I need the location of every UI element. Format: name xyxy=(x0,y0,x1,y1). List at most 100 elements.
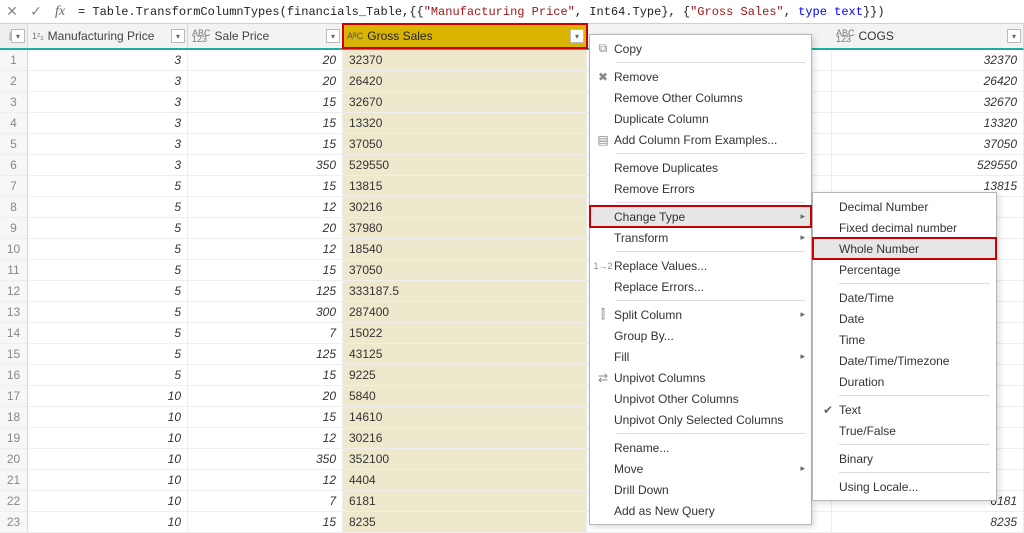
ctx-replace-values[interactable]: 1→2Replace Values... xyxy=(590,255,811,276)
cell-gross-sales[interactable]: 14610 xyxy=(343,407,587,427)
row-number[interactable]: 4 xyxy=(0,113,28,133)
ctx-copy[interactable]: ⧉Copy xyxy=(590,38,811,59)
cell-manufacturing-price[interactable]: 10 xyxy=(28,449,188,469)
cell-gross-sales[interactable]: 4404 xyxy=(343,470,587,490)
cell-manufacturing-price[interactable]: 5 xyxy=(28,218,188,238)
cell-manufacturing-price[interactable]: 10 xyxy=(28,512,188,532)
cell-sale-price[interactable]: 125 xyxy=(188,344,343,364)
cell-gross-sales[interactable]: 43125 xyxy=(343,344,587,364)
type-percentage[interactable]: Percentage xyxy=(813,259,996,280)
row-number[interactable]: 23 xyxy=(0,512,28,532)
row-number[interactable]: 5 xyxy=(0,134,28,154)
cell-sale-price[interactable]: 12 xyxy=(188,197,343,217)
cell-sale-price[interactable]: 300 xyxy=(188,302,343,322)
cell-cogs[interactable]: 529550 xyxy=(832,155,1024,175)
cell-sale-price[interactable]: 15 xyxy=(188,407,343,427)
cell-manufacturing-price[interactable]: 5 xyxy=(28,239,188,259)
table-menu-dropdown[interactable]: ▾ xyxy=(11,29,25,43)
cell-gross-sales[interactable]: 333187.5 xyxy=(343,281,587,301)
table-row[interactable]: 43151332013320 xyxy=(0,113,1024,134)
cell-manufacturing-price[interactable]: 3 xyxy=(28,92,188,112)
cell-cogs[interactable]: 13320 xyxy=(832,113,1024,133)
cell-gross-sales[interactable]: 18540 xyxy=(343,239,587,259)
type-binary[interactable]: Binary xyxy=(813,448,996,469)
row-number[interactable]: 9 xyxy=(0,218,28,238)
cell-cogs[interactable]: 32370 xyxy=(832,50,1024,70)
ctx-remove-other[interactable]: Remove Other Columns xyxy=(590,87,811,108)
type-fixed-decimal[interactable]: Fixed decimal number xyxy=(813,217,996,238)
ctx-rename[interactable]: Rename... xyxy=(590,437,811,458)
row-number[interactable]: 17 xyxy=(0,386,28,406)
type-duration[interactable]: Duration xyxy=(813,371,996,392)
cell-gross-sales[interactable]: 32370 xyxy=(343,50,587,70)
cell-sale-price[interactable]: 20 xyxy=(188,71,343,91)
row-number[interactable]: 1 xyxy=(0,50,28,70)
column-filter-dropdown[interactable]: ▾ xyxy=(171,29,185,43)
row-number[interactable]: 13 xyxy=(0,302,28,322)
column-header-sale-price[interactable]: ABC123 Sale Price ▾ xyxy=(188,24,343,48)
cell-sale-price[interactable]: 12 xyxy=(188,239,343,259)
type-time[interactable]: Time xyxy=(813,329,996,350)
row-number[interactable]: 7 xyxy=(0,176,28,196)
ctx-add-as-query[interactable]: Add as New Query xyxy=(590,500,811,521)
cell-sale-price[interactable]: 12 xyxy=(188,428,343,448)
row-number[interactable]: 15 xyxy=(0,344,28,364)
cell-gross-sales[interactable]: 26420 xyxy=(343,71,587,91)
fx-icon[interactable]: fx xyxy=(48,1,72,23)
row-number[interactable]: 22 xyxy=(0,491,28,511)
formula-input[interactable]: = Table.TransformColumnTypes(financials_… xyxy=(72,5,1024,19)
cell-gross-sales[interactable]: 30216 xyxy=(343,197,587,217)
cell-gross-sales[interactable]: 37050 xyxy=(343,260,587,280)
ctx-change-type[interactable]: Change Type▸ xyxy=(590,206,811,227)
row-number[interactable]: 6 xyxy=(0,155,28,175)
table-row[interactable]: 13203237032370 xyxy=(0,50,1024,71)
cell-manufacturing-price[interactable]: 3 xyxy=(28,113,188,133)
cell-manufacturing-price[interactable]: 3 xyxy=(28,155,188,175)
cell-manufacturing-price[interactable]: 10 xyxy=(28,386,188,406)
column-filter-dropdown[interactable]: ▾ xyxy=(570,29,584,43)
row-number[interactable]: 3 xyxy=(0,92,28,112)
ctx-remove[interactable]: ✖Remove xyxy=(590,66,811,87)
row-number[interactable]: 10 xyxy=(0,239,28,259)
cell-manufacturing-price[interactable]: 5 xyxy=(28,260,188,280)
cell-manufacturing-price[interactable]: 3 xyxy=(28,71,188,91)
formula-cancel-button[interactable]: ✕ xyxy=(0,1,24,23)
type-date[interactable]: Date xyxy=(813,308,996,329)
cell-sale-price[interactable]: 20 xyxy=(188,218,343,238)
cell-sale-price[interactable]: 15 xyxy=(188,134,343,154)
cell-sale-price[interactable]: 15 xyxy=(188,512,343,532)
table-row[interactable]: 23202642026420 xyxy=(0,71,1024,92)
cell-manufacturing-price[interactable]: 3 xyxy=(28,50,188,70)
row-number[interactable]: 19 xyxy=(0,428,28,448)
cell-gross-sales[interactable]: 30216 xyxy=(343,428,587,448)
cell-manufacturing-price[interactable]: 5 xyxy=(28,281,188,301)
ctx-add-from-examples[interactable]: ▤Add Column From Examples... xyxy=(590,129,811,150)
ctx-split-column[interactable]: ⫿Split Column▸ xyxy=(590,304,811,325)
cell-sale-price[interactable]: 20 xyxy=(188,50,343,70)
cell-gross-sales[interactable]: 15022 xyxy=(343,323,587,343)
type-whole-number[interactable]: Whole Number xyxy=(813,238,996,259)
cell-gross-sales[interactable]: 37050 xyxy=(343,134,587,154)
table-row[interactable]: 33153267032670 xyxy=(0,92,1024,113)
type-datetimezone[interactable]: Date/Time/Timezone xyxy=(813,350,996,371)
ctx-duplicate[interactable]: Duplicate Column xyxy=(590,108,811,129)
cell-manufacturing-price[interactable]: 5 xyxy=(28,197,188,217)
cell-sale-price[interactable]: 15 xyxy=(188,92,343,112)
table-row[interactable]: 23101582358235 xyxy=(0,512,1024,533)
column-header-gross-sales[interactable]: AᴮC Gross Sales ▾ xyxy=(343,24,587,48)
cell-gross-sales[interactable]: 8235 xyxy=(343,512,587,532)
row-number[interactable]: 12 xyxy=(0,281,28,301)
cell-cogs[interactable]: 32670 xyxy=(832,92,1024,112)
cell-sale-price[interactable]: 7 xyxy=(188,323,343,343)
cell-manufacturing-price[interactable]: 5 xyxy=(28,323,188,343)
ctx-unpivot[interactable]: ⇄Unpivot Columns xyxy=(590,367,811,388)
row-number[interactable]: 11 xyxy=(0,260,28,280)
ctx-fill[interactable]: Fill▸ xyxy=(590,346,811,367)
cell-sale-price[interactable]: 15 xyxy=(188,365,343,385)
cell-gross-sales[interactable]: 13320 xyxy=(343,113,587,133)
cell-gross-sales[interactable]: 37980 xyxy=(343,218,587,238)
cell-sale-price[interactable]: 350 xyxy=(188,155,343,175)
ctx-drill-down[interactable]: Drill Down xyxy=(590,479,811,500)
cell-sale-price[interactable]: 12 xyxy=(188,470,343,490)
table-row[interactable]: 63350529550529550 xyxy=(0,155,1024,176)
